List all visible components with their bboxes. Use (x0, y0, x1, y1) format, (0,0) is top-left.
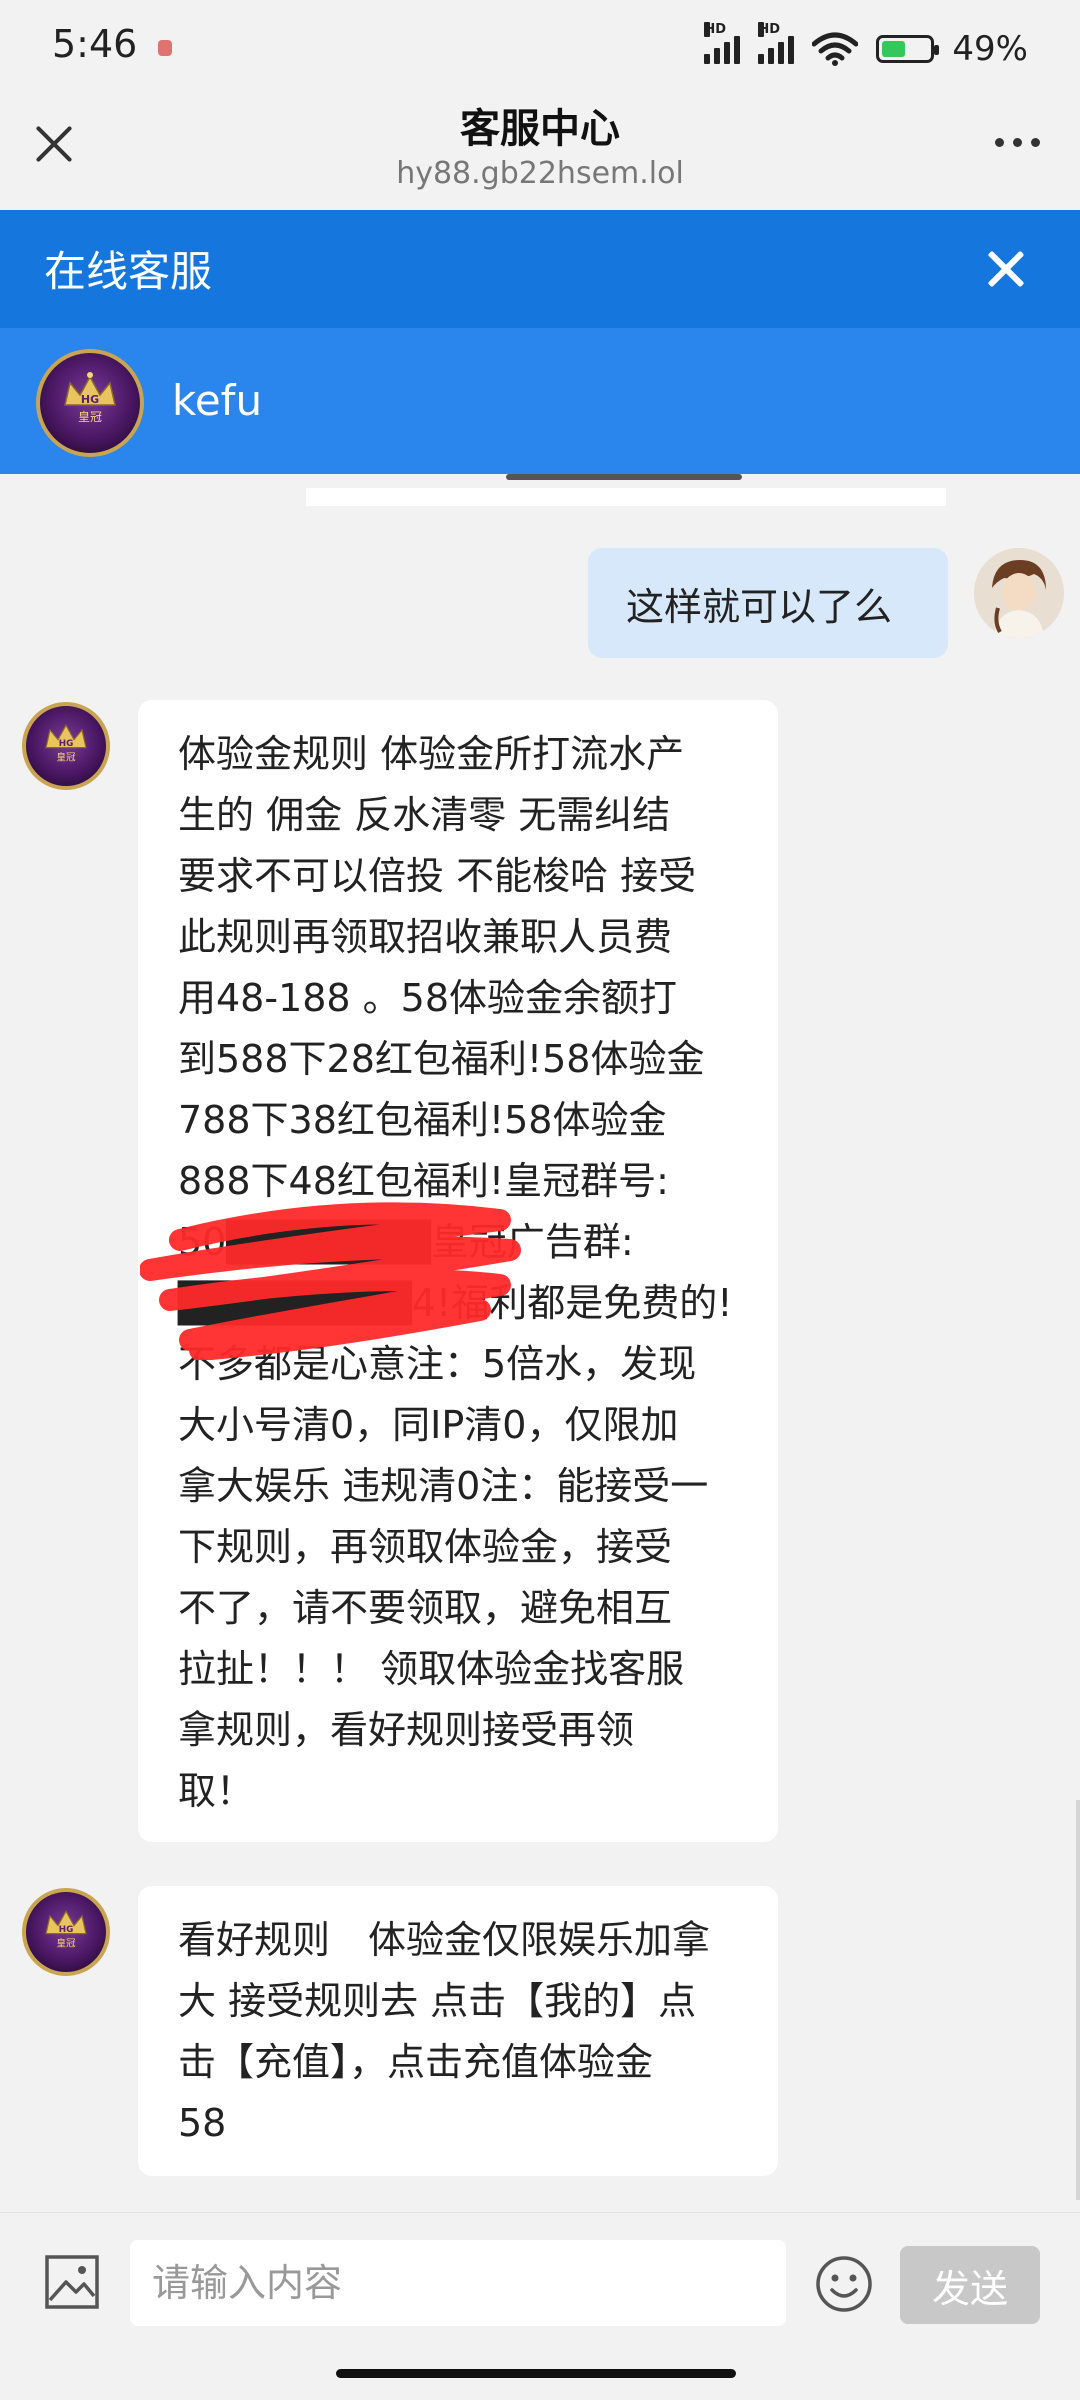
message-line: 拿规则，看好规则接受再领 (178, 1708, 635, 1752)
page-url: hy88.gb22hsem.lol (396, 156, 684, 191)
avatar: HG 皇冠 (36, 349, 144, 457)
message-line: 用48-188 。58体验金余额打 (178, 976, 678, 1020)
more-icon[interactable] (995, 138, 1040, 147)
message-line: 生的 佣金 反水清零 无需纠结 (178, 793, 671, 837)
svg-text:皇冠: 皇冠 (56, 1937, 76, 1949)
message-line: 拿大娱乐 违规清0注：能接受一 (178, 1464, 709, 1508)
message-line: 取！ (178, 1769, 255, 1813)
avatar: HG 皇冠 (22, 702, 110, 790)
message-line: 看好规则 体验金仅限娱乐加拿 (178, 1918, 711, 1962)
close-chat-icon[interactable] (982, 246, 1028, 292)
scroll-handle[interactable] (506, 474, 742, 480)
image-icon[interactable] (44, 2254, 100, 2310)
message-line: 到588下28红包福利!58体验金 (178, 1037, 705, 1081)
message-line: 788下38红包福利!58体验金 (178, 1098, 667, 1142)
message-line: 要求不可以倍投 不能梭哈 接受 (178, 854, 697, 898)
signal-icon: HD (758, 22, 795, 64)
send-button[interactable]: 发送 (900, 2246, 1040, 2324)
svg-text:皇冠: 皇冠 (56, 751, 76, 763)
notification-icon (158, 40, 172, 56)
message-line: 拉扯！！！ 领取体验金找客服 (178, 1647, 685, 1691)
message-line: 此规则再领取招收兼职人员费 (178, 915, 673, 959)
svg-text:HG: HG (81, 393, 99, 406)
message-line: 不了，请不要领取，避免相互 (178, 1586, 673, 1630)
user-avatar (974, 548, 1064, 638)
battery-icon (876, 35, 940, 63)
svg-text:HG: HG (59, 1925, 74, 1935)
battery-percent: 49% (952, 29, 1028, 69)
emoji-icon[interactable] (814, 2254, 874, 2314)
status-icons: HD HD 49% (704, 22, 1028, 74)
message-line: 大小号清0，同IP清0，仅限加 (178, 1403, 679, 1447)
page-title: 客服中心 (460, 106, 620, 152)
redaction-scribble (140, 1202, 521, 1360)
chat-title: 在线客服 (44, 247, 213, 296)
avatar: HG 皇冠 (22, 1888, 110, 1976)
home-indicator[interactable] (336, 2369, 736, 2378)
agent-name: kefu (172, 376, 263, 425)
user-message-bubble: 这样就可以了么 (588, 548, 948, 658)
message-line: 大 接受规则去 点击【我的】点 (178, 1979, 697, 2023)
message-line: 下规则，再领取体验金，接受 (178, 1525, 673, 1569)
agent-message-bubble: 看好规则 体验金仅限娱乐加拿 大 接受规则去 点击【我的】点 击【充值】，点击充… (138, 1886, 778, 2176)
message-line: 58 (178, 2101, 227, 2145)
svg-text:HG: HG (59, 739, 74, 749)
agent-bar (0, 328, 1080, 474)
signal-icon: HD (704, 22, 741, 64)
scrollbar[interactable] (1076, 1800, 1080, 2200)
previous-message-edge (306, 488, 946, 506)
message-line: 击【充值】，点击充值体验金 (178, 2040, 654, 2084)
wifi-icon (812, 32, 859, 66)
message-line: 体验金规则 体验金所打流水产 (178, 732, 685, 776)
status-time: 5:46 (52, 22, 138, 66)
svg-text:皇冠: 皇冠 (78, 410, 102, 424)
message-input[interactable] (130, 2240, 786, 2326)
